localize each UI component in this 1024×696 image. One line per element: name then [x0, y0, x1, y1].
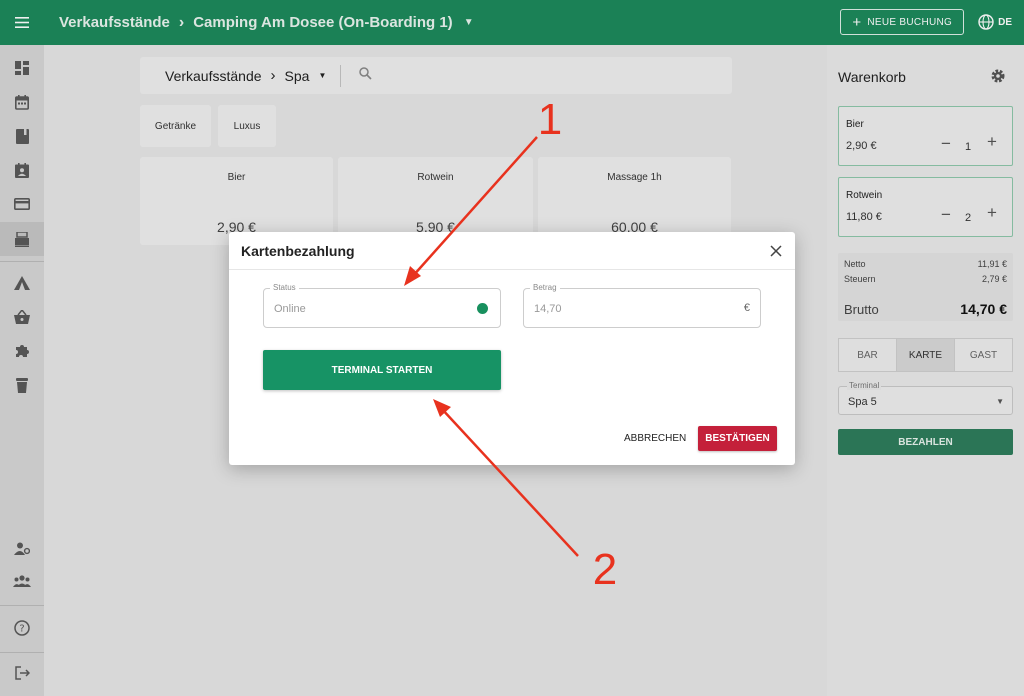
start-terminal-button[interactable]: TERMINAL STARTEN: [263, 350, 501, 390]
amount-value: 14,70: [534, 303, 562, 315]
dialog-title: Kartenbezahlung: [241, 243, 355, 259]
status-field: Status Online: [263, 283, 501, 328]
online-status-indicator: [477, 303, 488, 314]
cancel-button[interactable]: ABBRECHEN: [624, 426, 686, 451]
currency-symbol: €: [743, 302, 750, 314]
status-label: Status: [270, 283, 299, 292]
amount-label: Betrag: [530, 283, 560, 292]
card-payment-dialog: Kartenbezahlung Status Online Betrag 14,…: [229, 232, 795, 465]
confirm-button[interactable]: BESTÄTIGEN: [698, 426, 777, 451]
dialog-divider: [229, 269, 795, 270]
amount-field[interactable]: Betrag 14,70 €: [523, 283, 761, 328]
status-value: Online: [274, 303, 306, 315]
close-icon[interactable]: [770, 244, 782, 262]
